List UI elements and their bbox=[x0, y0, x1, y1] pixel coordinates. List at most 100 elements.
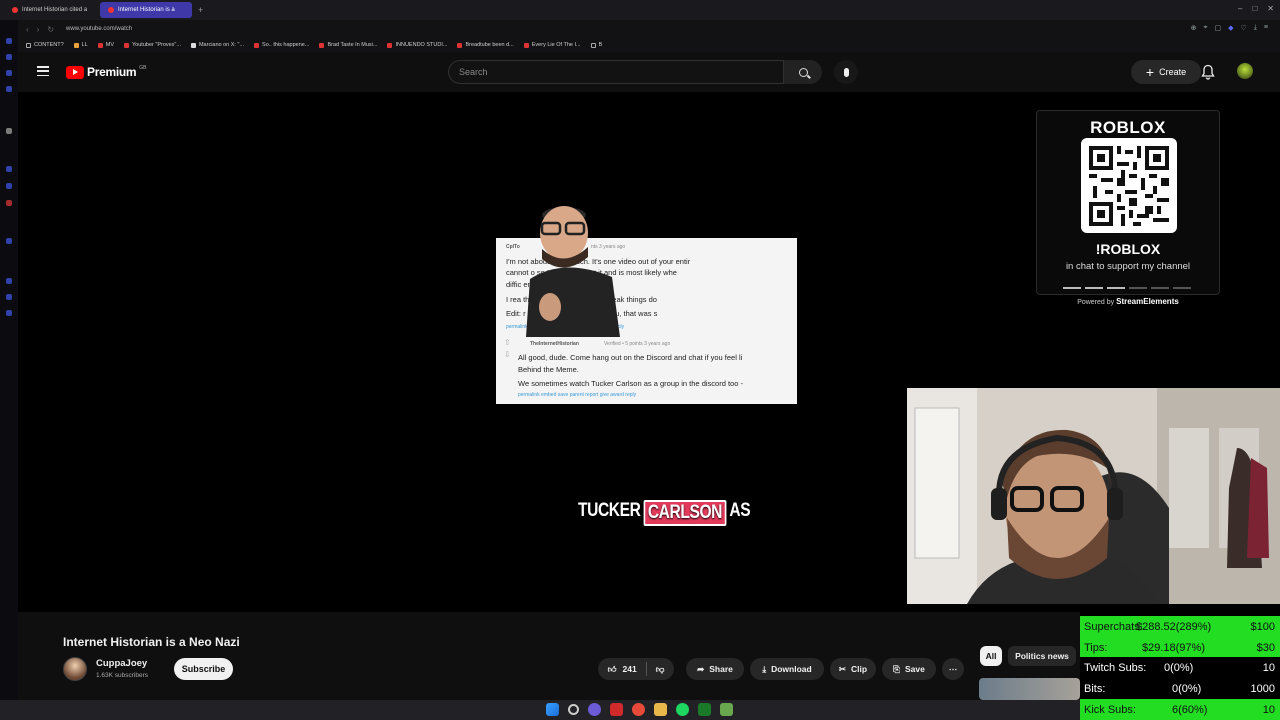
minimize-icon[interactable]: – bbox=[1238, 4, 1242, 13]
share-button[interactable]: ➦ Share bbox=[686, 658, 744, 680]
rail-app-icon[interactable] bbox=[6, 86, 12, 92]
roblox-command: !ROBLOX bbox=[1095, 241, 1161, 257]
upvote-icon: ⇧ bbox=[504, 338, 511, 347]
youtube-logo[interactable]: Premium GB bbox=[66, 65, 147, 79]
rail-app-icon[interactable] bbox=[6, 38, 12, 44]
youtube-header: Premium GB Search + Create bbox=[18, 52, 1280, 92]
extension-icons: ⊕ ⌖ ▢ ◆ ♡ ⤓ ≡ bbox=[1191, 24, 1268, 32]
clip-button[interactable]: ✂ Clip bbox=[830, 658, 876, 680]
tab-label: Internet Historian cited a bbox=[22, 7, 88, 13]
video-info bbox=[18, 612, 1080, 700]
menu-icon[interactable]: ≡ bbox=[1264, 24, 1268, 32]
tab-label: Internet Historian is a bbox=[118, 7, 175, 13]
stat-row-twitch-subs: Twitch Subs: 0(0%) 10 bbox=[1080, 657, 1280, 678]
avatar[interactable] bbox=[1237, 63, 1253, 79]
download-icon[interactable]: ⤓ bbox=[1254, 24, 1257, 32]
carousel-indicator bbox=[1063, 287, 1191, 289]
rail-app-icon[interactable] bbox=[6, 238, 12, 244]
window-controls: – □ ✕ bbox=[1238, 4, 1274, 13]
download-button[interactable]: ⤓ Download bbox=[750, 658, 824, 680]
bookmark-item[interactable]: Brad Taste In Musi... bbox=[319, 42, 377, 48]
rail-app-icon[interactable] bbox=[6, 200, 12, 206]
rail-app-icon[interactable] bbox=[6, 54, 12, 60]
rail-app-icon[interactable] bbox=[6, 166, 12, 172]
screenshot-icon[interactable]: ▢ bbox=[1215, 24, 1222, 32]
rail-app-icon[interactable] bbox=[6, 310, 12, 316]
save-button[interactable]: ⎘ Save bbox=[882, 658, 936, 680]
reddit-comment-line: All good, dude. Come hang out on the Dis… bbox=[518, 353, 743, 362]
taskbar-icons bbox=[546, 703, 733, 716]
roblox-subtext: in chat to support my channel bbox=[1065, 261, 1191, 272]
bookmark-item[interactable]: B bbox=[590, 42, 602, 48]
rail-app-icon[interactable] bbox=[6, 294, 12, 300]
search-input[interactable]: Search bbox=[448, 60, 784, 84]
app-icon[interactable] bbox=[610, 703, 623, 716]
bookmark-item[interactable]: Youtuber "Proves"... bbox=[124, 42, 181, 48]
bookmark-item[interactable]: INNUENDO STUDI... bbox=[387, 42, 447, 48]
rail-app-icon[interactable] bbox=[6, 70, 12, 76]
maximize-icon[interactable]: □ bbox=[1252, 4, 1257, 13]
subscribe-button[interactable]: Subscribe bbox=[174, 658, 233, 680]
spotify-icon[interactable] bbox=[676, 703, 689, 716]
mic-icon bbox=[843, 67, 849, 77]
back-icon[interactable]: ‹ bbox=[26, 25, 29, 34]
thumbs-down-icon[interactable]: 👎︎ bbox=[656, 664, 665, 675]
channel-avatar[interactable] bbox=[63, 657, 87, 681]
bookmark-item[interactable]: LL bbox=[73, 42, 88, 48]
bookmarks-bar: CONTENT? LL MV Youtuber "Proves"... Marc… bbox=[18, 38, 1280, 52]
logo-text: Premium bbox=[87, 65, 137, 79]
pin-icon[interactable]: ⌖ bbox=[1204, 24, 1208, 32]
forward-icon[interactable]: › bbox=[37, 25, 40, 34]
search-icon bbox=[798, 67, 808, 77]
browser-tab[interactable]: Internet Historian cited a bbox=[4, 2, 96, 18]
app-icon[interactable] bbox=[588, 703, 601, 716]
chip-politics-news[interactable]: Politics news bbox=[1008, 646, 1076, 666]
bookmark-item[interactable]: MV bbox=[97, 42, 114, 48]
search-icon[interactable] bbox=[568, 704, 579, 715]
qr-code bbox=[1081, 138, 1177, 233]
chip-all[interactable]: All bbox=[980, 646, 1002, 666]
reddit-timestamp: Verified • 5 points 3 years ago bbox=[604, 341, 671, 347]
app-icon[interactable] bbox=[720, 703, 733, 716]
bookmark-item[interactable]: Marciano on X: "... bbox=[190, 42, 244, 48]
browser-tab-active[interactable]: Internet Historian is a bbox=[100, 2, 192, 18]
folder-icon[interactable] bbox=[654, 703, 667, 716]
windows-start-icon[interactable] bbox=[546, 703, 559, 716]
close-icon[interactable]: ✕ bbox=[1267, 4, 1274, 13]
heart-icon[interactable]: ♡ bbox=[1241, 24, 1247, 32]
browser-side-rail bbox=[0, 20, 18, 700]
stat-row-bits: Bits: 0(0%) 1000 bbox=[1080, 678, 1280, 699]
caption-word: TUCKER bbox=[578, 500, 641, 521]
stream-goals-overlay: Superchats: $288.52(289%) $100 Tips: $29… bbox=[1080, 616, 1280, 720]
url-field[interactable]: www.youtube.com/watch bbox=[66, 26, 132, 32]
bookmark-item[interactable]: CONTENT? bbox=[26, 42, 64, 48]
bookmark-item[interactable]: Every Lie Of The I... bbox=[523, 42, 581, 48]
reload-icon[interactable]: ↻ bbox=[47, 25, 54, 34]
shield-icon[interactable]: ◆ bbox=[1228, 24, 1233, 32]
create-button[interactable]: + Create bbox=[1131, 60, 1201, 84]
like-button[interactable]: 👍︎ 241 bbox=[608, 664, 637, 675]
zoom-icon[interactable]: ⊕ bbox=[1191, 24, 1197, 32]
channel-name[interactable]: CuppaJoey bbox=[96, 658, 147, 669]
bell-icon[interactable] bbox=[1201, 64, 1215, 80]
voice-search-button[interactable] bbox=[834, 60, 858, 84]
create-label: Create bbox=[1159, 67, 1187, 77]
menu-icon[interactable] bbox=[37, 66, 49, 76]
bookmark-item[interactable]: Breadtube been d... bbox=[457, 42, 514, 48]
roblox-widget: ROBLOX !ROBLOX in chat to support my cha… bbox=[1036, 110, 1220, 295]
like-count: 241 bbox=[622, 664, 637, 674]
browser-tab-bar: Internet Historian cited a Internet Hist… bbox=[0, 0, 1280, 20]
xbox-icon[interactable] bbox=[698, 703, 711, 716]
browser-icon[interactable] bbox=[632, 703, 645, 716]
new-tab-icon[interactable]: + bbox=[198, 5, 203, 15]
bookmark-item[interactable]: So.. this happene... bbox=[254, 42, 309, 48]
recommended-thumbnail[interactable] bbox=[979, 678, 1080, 700]
powered-by: Powered by StreamElements bbox=[1077, 297, 1179, 306]
more-actions-button[interactable]: ⋯ bbox=[942, 658, 964, 680]
rail-app-icon[interactable] bbox=[6, 183, 12, 189]
youtube-icon bbox=[457, 42, 463, 48]
scissors-icon: ✂ bbox=[838, 663, 847, 674]
rail-app-icon[interactable] bbox=[6, 278, 12, 284]
search-button[interactable] bbox=[784, 60, 822, 84]
rail-app-icon[interactable] bbox=[6, 128, 12, 134]
